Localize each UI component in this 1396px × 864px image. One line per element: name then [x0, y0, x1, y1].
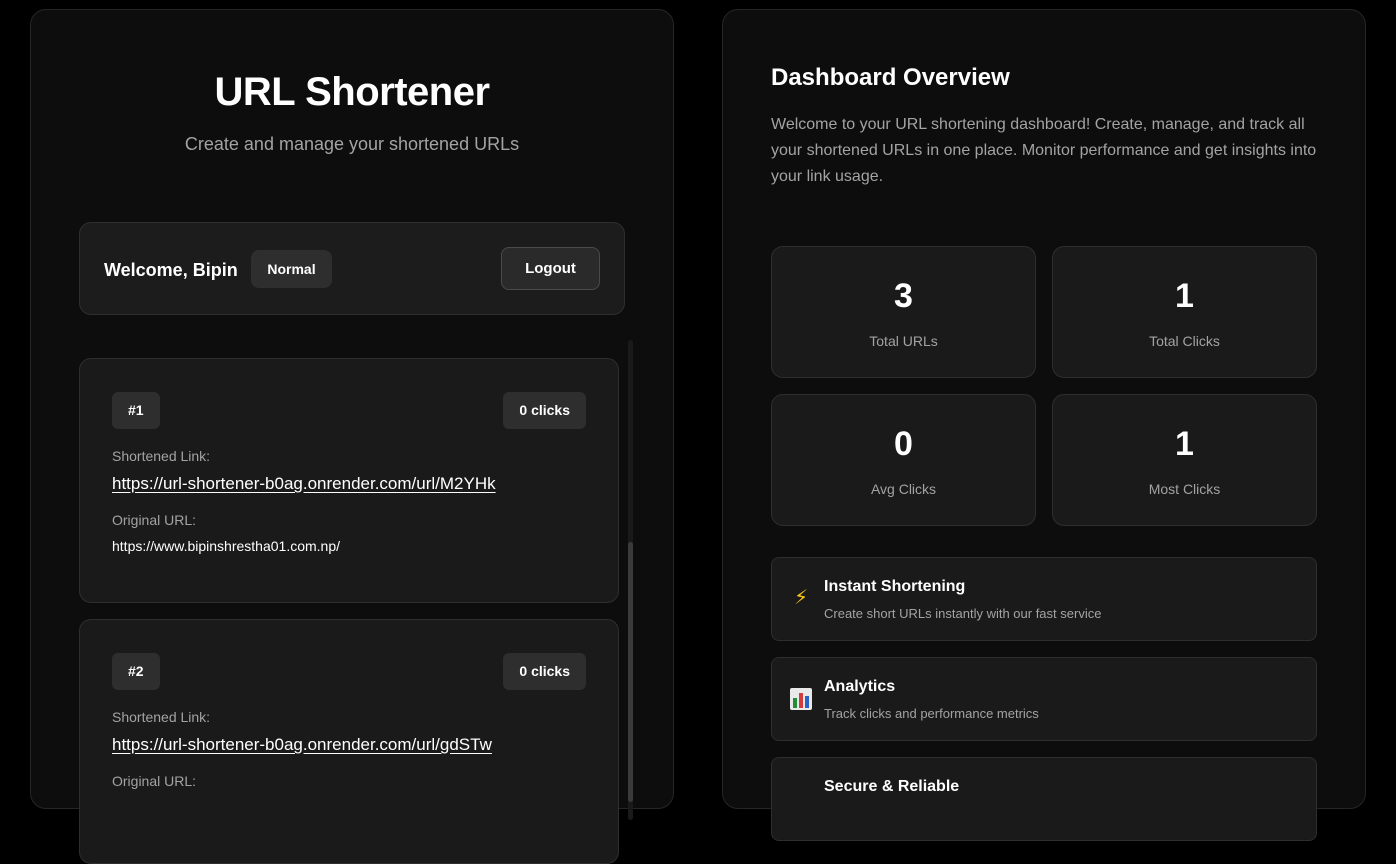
original-url: https://www.bipinshrestha01.com.np/	[112, 538, 341, 554]
lightning-icon: ⚡	[793, 587, 809, 609]
url-clicks-badge: 0 clicks	[503, 392, 586, 429]
dashboard-title: Dashboard Overview	[771, 64, 1010, 91]
original-url-label: Original URL:	[112, 773, 197, 789]
url-card: #1 0 clicks Shortened Link: https://url-…	[79, 358, 619, 603]
url-list-scrollbar-thumb[interactable]	[628, 542, 633, 802]
stat-card-most-clicks: 1 Most Clicks	[1052, 394, 1317, 526]
stat-card-avg-clicks: 0 Avg Clicks	[771, 394, 1036, 526]
stat-value: 0	[894, 425, 913, 463]
stat-value: 1	[1175, 425, 1194, 463]
feature-description: Create short URLs instantly with our fas…	[824, 606, 1102, 621]
feature-card-instant-shortening: ⚡ Instant Shortening Create short URLs i…	[771, 557, 1317, 641]
stat-label: Most Clicks	[1148, 481, 1221, 497]
feature-title: Instant Shortening	[824, 578, 966, 595]
feature-description: Track clicks and performance metrics	[824, 706, 1039, 721]
stat-label: Total URLs	[869, 333, 938, 349]
stat-label: Total Clicks	[1149, 333, 1220, 349]
shortened-link[interactable]: https://url-shortener-b0ag.onrender.com/…	[112, 735, 492, 755]
logout-button[interactable]: Logout	[501, 247, 600, 290]
shortened-link-label: Shortened Link:	[112, 709, 211, 725]
dashboard-panel: Dashboard Overview Welcome to your URL s…	[722, 9, 1366, 841]
stat-card-total-clicks: 1 Total Clicks	[1052, 246, 1317, 378]
role-badge: Normal	[251, 250, 332, 288]
welcome-card: Welcome, Bipin Normal Logout	[79, 222, 625, 315]
shortened-link[interactable]: https://url-shortener-b0ag.onrender.com/…	[112, 474, 496, 494]
url-clicks-badge: 0 clicks	[503, 653, 586, 690]
stat-value: 1	[1175, 277, 1194, 315]
feature-card-analytics: Analytics Track clicks and performance m…	[771, 657, 1317, 741]
feature-title: Analytics	[824, 678, 896, 695]
original-url-label: Original URL:	[112, 512, 197, 528]
stat-value: 3	[894, 277, 913, 315]
url-index-badge: #2	[112, 653, 160, 690]
dashboard-description: Welcome to your URL shortening dashboard…	[771, 116, 1317, 185]
stat-card-total-urls: 3 Total URLs	[771, 246, 1036, 378]
app-title: URL Shortener	[214, 70, 490, 114]
feature-card-secure-reliable: Secure & Reliable	[771, 757, 1317, 841]
bar-chart-icon	[790, 688, 812, 710]
app-subtitle: Create and manage your shortened URLs	[184, 134, 520, 154]
welcome-text: Welcome, Bipin	[104, 260, 238, 280]
url-card: #2 0 clicks Shortened Link: https://url-…	[79, 619, 619, 864]
feature-title: Secure & Reliable	[824, 778, 960, 795]
shortened-link-label: Shortened Link:	[112, 448, 211, 464]
url-index-badge: #1	[112, 392, 160, 429]
stat-label: Avg Clicks	[870, 481, 937, 497]
url-manager-panel: URL Shortener Create and manage your sho…	[30, 9, 674, 864]
